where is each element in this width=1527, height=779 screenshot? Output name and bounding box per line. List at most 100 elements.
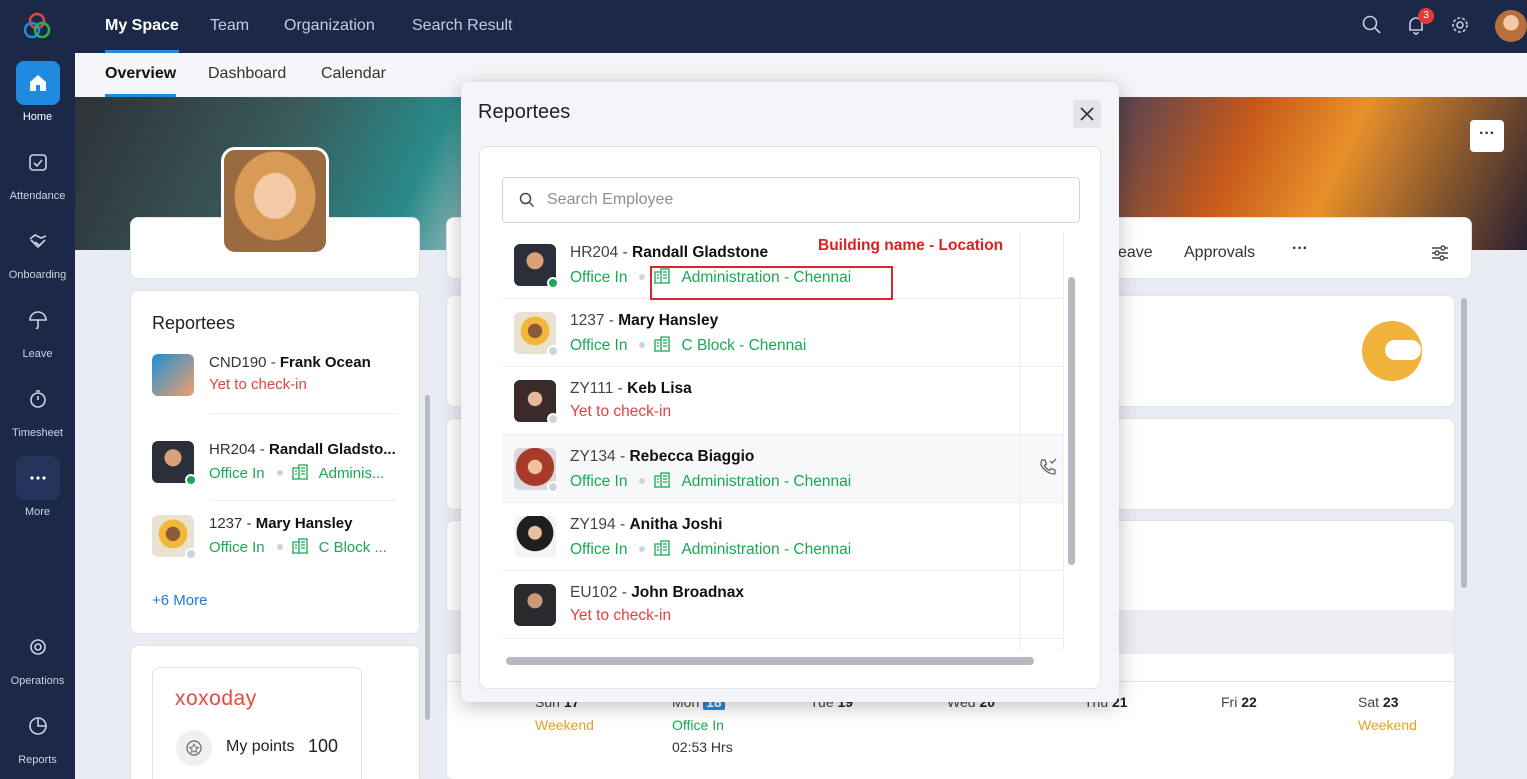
reportee-status: Office In Adminis... bbox=[209, 464, 385, 482]
sidebar-item-more[interactable]: More bbox=[0, 456, 75, 518]
tab-my-space[interactable]: My Space bbox=[105, 0, 179, 53]
sidebar-item-timesheet[interactable]: Timesheet bbox=[0, 377, 75, 439]
reportee-name: HR204 - Randall Gladsto... bbox=[209, 441, 396, 458]
weather-cloud-icon bbox=[1385, 340, 1421, 360]
list-item[interactable]: 1237 - Mary Hansley Office In C Block ... bbox=[152, 515, 400, 565]
sidebar-item-operations[interactable]: Operations bbox=[0, 625, 75, 687]
table-row[interactable]: EU102 - John Broadnax Yet to check-in bbox=[502, 571, 1063, 639]
search-box[interactable] bbox=[502, 177, 1080, 223]
sidebar-item-label: Operations bbox=[10, 675, 65, 687]
reportees-title: Reportees bbox=[152, 313, 236, 333]
handshake-icon bbox=[29, 234, 46, 249]
employee-status: Office In Administration - Chennai bbox=[570, 540, 852, 558]
sidebar-item-leave[interactable]: Leave bbox=[0, 298, 75, 360]
building-icon bbox=[291, 538, 308, 554]
table-row[interactable]: ZY111 - Keb Lisa Yet to check-in bbox=[502, 367, 1063, 435]
tab-organization[interactable]: Organization bbox=[284, 0, 375, 53]
offline-status-dot bbox=[547, 345, 559, 357]
employee-status: Yet to check-in bbox=[570, 607, 672, 624]
page-scrollbar[interactable] bbox=[425, 395, 430, 720]
employee-name: HR204 - Randall Gladstone bbox=[570, 244, 769, 261]
building-icon bbox=[654, 472, 671, 488]
banner-more-button[interactable]: ··· bbox=[1470, 120, 1504, 152]
employee-name: 1237 - Mary Hansley bbox=[570, 312, 719, 329]
building-icon bbox=[291, 464, 308, 480]
filter-settings-icon[interactable] bbox=[1430, 243, 1450, 263]
tab-more[interactable]: ··· bbox=[1292, 240, 1308, 258]
calendar-day-status: Weekend bbox=[1358, 717, 1417, 733]
sidebar-item-attendance[interactable]: Attendance bbox=[0, 140, 75, 202]
user-avatar[interactable] bbox=[1495, 10, 1527, 42]
search-icon[interactable] bbox=[1361, 14, 1383, 36]
reportee-status: Office In C Block ... bbox=[209, 538, 387, 556]
employee-name: ZY134 - Rebecca Biaggio bbox=[570, 448, 755, 465]
list-item[interactable]: HR204 - Randall Gladsto... Office In Admi… bbox=[152, 441, 400, 491]
profile-photo[interactable] bbox=[221, 147, 329, 255]
building-icon bbox=[654, 336, 671, 352]
stopwatch-icon bbox=[29, 390, 46, 408]
sidebar-item-label: Leave bbox=[22, 348, 53, 360]
table-row[interactable]: ZY194 - Anitha Joshi Office In Administra… bbox=[502, 503, 1063, 571]
employee-name: ZY194 - Anitha Joshi bbox=[570, 516, 723, 533]
top-navigation: My Space Team Organization Search Result bbox=[75, 0, 1527, 53]
calendar-day-status: Weekend bbox=[535, 717, 594, 733]
sidebar-item-home[interactable]: Home bbox=[0, 61, 75, 123]
sidebar-item-label: Onboarding bbox=[8, 269, 67, 281]
sidebar-item-label: Reports bbox=[18, 754, 57, 766]
offline-status-dot bbox=[547, 481, 559, 493]
close-button[interactable] bbox=[1073, 100, 1101, 128]
online-status-dot bbox=[547, 277, 559, 289]
tab-dashboard[interactable]: Dashboard bbox=[208, 53, 286, 97]
list-item[interactable]: CND190 - Frank Ocean Yet to check-in bbox=[152, 354, 400, 404]
avatar bbox=[152, 354, 194, 396]
search-input[interactable] bbox=[547, 178, 1067, 222]
home-icon bbox=[29, 75, 46, 91]
tab-team[interactable]: Team bbox=[210, 0, 249, 53]
xoxoday-logo: xoxoday bbox=[175, 687, 257, 710]
points-icon bbox=[176, 730, 212, 766]
avatar bbox=[514, 516, 556, 558]
building-icon bbox=[654, 540, 671, 556]
calendar-day-hours: 02:53 Hrs bbox=[672, 739, 733, 755]
tab-search-result[interactable]: Search Result bbox=[412, 0, 513, 53]
employee-name: EU102 - John Broadnax bbox=[570, 584, 745, 601]
points-value: 100 bbox=[308, 736, 339, 756]
app-logo-icon[interactable] bbox=[22, 11, 52, 41]
sidebar-item-label: Attendance bbox=[9, 190, 66, 202]
calendar-day[interactable]: Sat 23 bbox=[1358, 694, 1398, 710]
gear-icon[interactable] bbox=[1449, 14, 1471, 36]
tab-calendar[interactable]: Calendar bbox=[321, 53, 386, 97]
umbrella-icon bbox=[28, 311, 47, 330]
tab-leave[interactable]: eave bbox=[1118, 244, 1153, 262]
avatar bbox=[514, 584, 556, 626]
modal-title: Reportees bbox=[478, 101, 571, 123]
sidebar-item-onboarding[interactable]: Onboarding bbox=[0, 219, 75, 281]
horizontal-scrollbar[interactable] bbox=[506, 657, 1034, 665]
tab-approvals[interactable]: Approvals bbox=[1184, 244, 1255, 262]
notification-badge: 3 bbox=[1418, 8, 1434, 24]
modal-body: HR204 - Randall Gladstone Office InAdmin… bbox=[479, 146, 1101, 689]
employee-name: ZY111 - Keb Lisa bbox=[570, 380, 692, 397]
pie-chart-icon bbox=[28, 717, 47, 735]
main-scrollbar[interactable] bbox=[1461, 298, 1467, 588]
reportee-name: 1237 - Mary Hansley bbox=[209, 515, 353, 532]
sidebar-item-label: Home bbox=[22, 111, 53, 123]
annotation-label: Building name - Location bbox=[818, 237, 1004, 254]
vertical-scrollbar[interactable] bbox=[1068, 277, 1075, 565]
more-icon bbox=[29, 476, 46, 480]
employee-status: Office In C Block - Chennai bbox=[570, 336, 807, 354]
calendar-day[interactable]: Fri 22 bbox=[1221, 694, 1257, 710]
tab-overview[interactable]: Overview bbox=[105, 53, 177, 97]
sidebar-item-label: More bbox=[24, 506, 51, 518]
calendar-check-icon bbox=[28, 154, 47, 171]
more-reportees-link[interactable]: +6 More bbox=[152, 592, 207, 609]
sidebar: Home Attendance Onboarding Leave Timeshe… bbox=[0, 0, 75, 779]
offline-status-dot bbox=[547, 413, 559, 425]
table-row[interactable]: 1237 - Mary Hansley Office In C Block - C… bbox=[502, 299, 1063, 367]
search-icon bbox=[519, 192, 535, 208]
sidebar-item-reports[interactable]: Reports bbox=[0, 704, 75, 766]
table-row[interactable]: ZY134 - Rebecca Biaggio Office In Adminis… bbox=[502, 435, 1063, 503]
phone-call-icon[interactable] bbox=[1038, 457, 1058, 477]
close-icon bbox=[1080, 107, 1094, 121]
points-label: My points bbox=[226, 738, 295, 755]
